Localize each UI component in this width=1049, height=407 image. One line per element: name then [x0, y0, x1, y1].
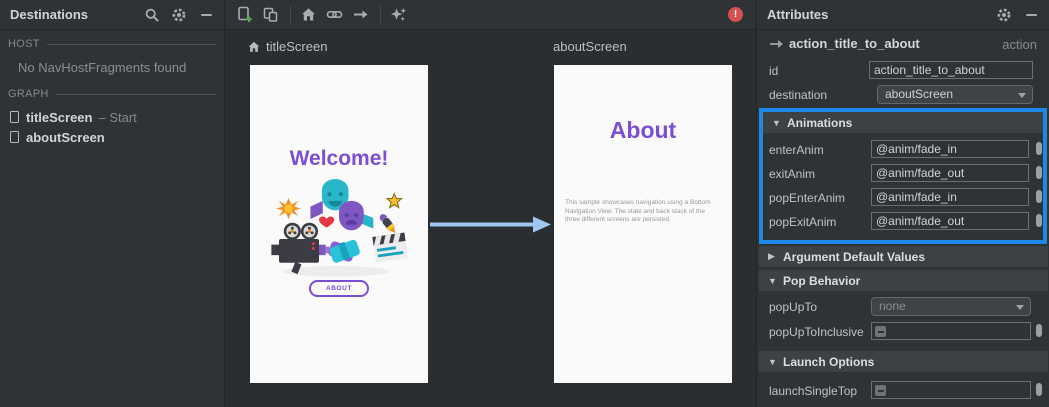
- exitanim-label: exitAnim: [769, 167, 816, 181]
- heart-icon: [319, 216, 335, 228]
- chevron-right-icon: ▶: [768, 251, 775, 261]
- animations-section-title: Animations: [787, 115, 853, 130]
- popuptoinclusive-resource-picker[interactable]: [1036, 324, 1042, 337]
- pop-behavior-section-title: Pop Behavior: [783, 273, 861, 288]
- selected-action-type: action: [1002, 37, 1037, 52]
- destinations-panel: Destinations HOST No NavHostFragments fo…: [0, 0, 225, 407]
- launch-options-section-title: Launch Options: [783, 354, 875, 369]
- launchsingletop-field: [871, 381, 1031, 399]
- section-divider: [55, 93, 216, 95]
- launchsingletop-resource-picker[interactable]: [1036, 383, 1042, 396]
- graph-item-titlescreen[interactable]: titleScreen – Start: [10, 108, 137, 126]
- destination-dropdown[interactable]: aboutScreen: [877, 85, 1033, 104]
- argument-defaults-section-title: Argument Default Values: [783, 249, 926, 264]
- navigation-editor: Destinations HOST No NavHostFragments fo…: [0, 0, 1049, 407]
- about-heading: About: [609, 117, 677, 143]
- tickets-icon: [328, 239, 360, 263]
- minimize-icon[interactable]: [198, 7, 214, 23]
- star-icon: [385, 192, 403, 209]
- action-arrow-icon: [770, 40, 783, 48]
- action-icon[interactable]: [352, 6, 369, 23]
- about-body-text: This sample showcases navigation using a…: [565, 199, 711, 224]
- popexitanim-resource-picker[interactable]: [1036, 214, 1042, 227]
- new-destination-icon[interactable]: [236, 6, 253, 23]
- error-badge-icon[interactable]: !: [728, 7, 743, 22]
- argument-defaults-section-header[interactable]: ▶ Argument Default Values: [759, 246, 1048, 267]
- home-icon: [248, 41, 260, 52]
- movie-illustration: [271, 178, 408, 277]
- enteranim-resource-picker[interactable]: [1036, 142, 1042, 155]
- design-canvas: ! titleScreen Welcome! ABOUT aboutScreen…: [226, 0, 755, 407]
- enteranim-input[interactable]: @anim/fade_in: [871, 140, 1029, 158]
- attributes-panel: Attributes action_title_to_about action …: [756, 0, 1049, 407]
- graph-section-label: GRAPH: [8, 88, 49, 100]
- popuptoinclusive-label: popUpToInclusive: [769, 325, 864, 339]
- popuptoinclusive-checkbox[interactable]: [875, 326, 886, 337]
- attributes-panel-title: Attributes: [767, 7, 829, 22]
- destination-label: destination: [769, 88, 828, 102]
- about-button[interactable]: ABOUT: [309, 280, 369, 297]
- fragment-icon: [10, 131, 19, 143]
- welcome-heading: Welcome!: [289, 147, 389, 170]
- selected-action-header: action_title_to_about action: [757, 34, 1049, 54]
- toolbar-separator: [380, 5, 381, 24]
- search-icon[interactable]: [144, 7, 160, 23]
- enteranim-label: enterAnim: [769, 143, 824, 157]
- graph-item-name: titleScreen: [26, 109, 93, 125]
- launch-options-section-header[interactable]: ▼ Launch Options: [759, 351, 1048, 372]
- destinations-panel-header: Destinations: [0, 0, 224, 30]
- pop-behavior-section-header[interactable]: ▼ Pop Behavior: [759, 270, 1048, 291]
- animations-section-header[interactable]: ▼ Animations: [763, 112, 1044, 133]
- exitanim-input[interactable]: @anim/fade_out: [871, 164, 1029, 182]
- clapperboard-icon: [372, 232, 408, 263]
- rocket-icon: [379, 214, 396, 234]
- host-empty-message: No NavHostFragments found: [18, 60, 187, 75]
- gear-icon[interactable]: [171, 7, 187, 23]
- popenteranim-label: popEnterAnim: [769, 191, 846, 205]
- popenteranim-resource-picker[interactable]: [1036, 190, 1042, 203]
- titlescreen-label-text: titleScreen: [266, 39, 328, 54]
- selected-action-name: action_title_to_about: [789, 36, 920, 51]
- titlescreen-label[interactable]: titleScreen: [247, 38, 327, 55]
- popexitanim-input[interactable]: @anim/fade_out: [871, 212, 1029, 230]
- auto-arrange-icon[interactable]: [390, 6, 407, 23]
- destinations-panel-title: Destinations: [10, 7, 89, 22]
- aboutscreen-destination[interactable]: About This sample showcases navigation u…: [554, 65, 732, 383]
- chevron-down-icon: ▼: [768, 356, 777, 367]
- popupto-label: popUpTo: [769, 300, 818, 314]
- section-divider: [46, 43, 216, 45]
- graph-item-start-suffix: – Start: [98, 109, 137, 125]
- starburst-icon: [276, 198, 301, 219]
- tragedy-mask-icon: [339, 200, 364, 231]
- popexitanim-label: popExitAnim: [769, 215, 837, 229]
- aboutscreen-label[interactable]: aboutScreen: [553, 38, 627, 55]
- toolbar-separator: [290, 5, 291, 24]
- aboutscreen-label-text: aboutScreen: [553, 39, 627, 54]
- popupto-dropdown[interactable]: none: [871, 297, 1031, 316]
- canvas-toolbar: !: [226, 0, 755, 30]
- minimize-icon[interactable]: [1023, 7, 1039, 23]
- attributes-panel-header: Attributes: [757, 0, 1049, 30]
- exitanim-resource-picker[interactable]: [1036, 166, 1042, 179]
- titlescreen-destination[interactable]: Welcome! ABOUT: [250, 65, 428, 383]
- host-section-header: HOST: [8, 38, 216, 50]
- gear-icon[interactable]: [996, 7, 1012, 23]
- launchsingletop-checkbox[interactable]: [875, 385, 886, 396]
- nested-graph-icon[interactable]: [262, 6, 279, 23]
- assign-start-icon[interactable]: [300, 6, 317, 23]
- host-section-label: HOST: [8, 38, 40, 50]
- launchsingletop-label: launchSingleTop: [769, 384, 858, 398]
- popuptoinclusive-field: [871, 322, 1031, 340]
- chevron-down-icon: ▼: [768, 275, 777, 286]
- chevron-down-icon: ▼: [772, 117, 781, 128]
- deep-link-icon[interactable]: [326, 6, 343, 23]
- popenteranim-input[interactable]: @anim/fade_in: [871, 188, 1029, 206]
- action-arrow-title-to-about[interactable]: [428, 216, 552, 233]
- graph-item-name: aboutScreen: [26, 129, 105, 145]
- id-label: id: [769, 64, 779, 78]
- graph-item-aboutscreen[interactable]: aboutScreen: [10, 128, 111, 146]
- graph-section-header: GRAPH: [8, 88, 216, 100]
- fragment-icon: [10, 111, 19, 123]
- id-input[interactable]: action_title_to_about: [869, 61, 1033, 79]
